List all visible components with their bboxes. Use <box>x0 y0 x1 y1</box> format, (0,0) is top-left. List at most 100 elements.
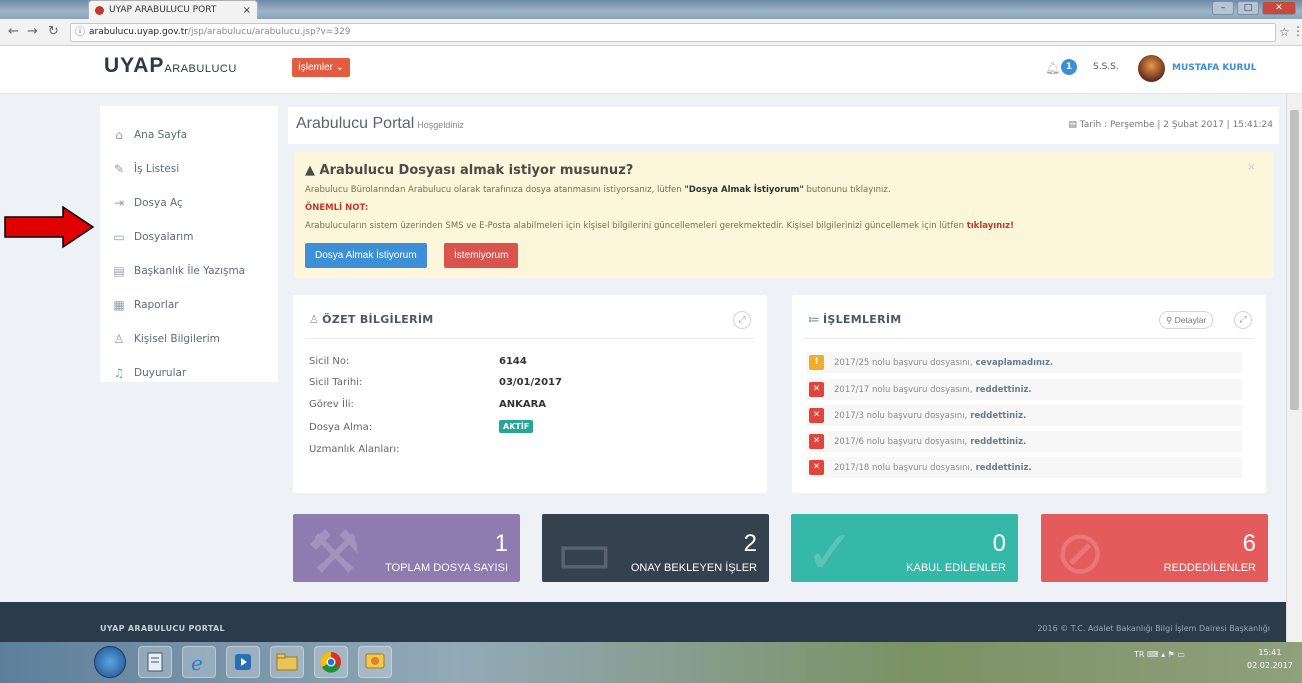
windows-taskbar: e TR ⌨ ▴ ⚑ ▭ 15:41 02.02.2017 <box>0 642 1302 683</box>
notepad-taskbar-icon[interactable] <box>138 646 172 678</box>
uyap-logo[interactable]: UYAPARABULUCU <box>104 54 237 78</box>
user-name[interactable]: MUSTAFA KURUL <box>1172 63 1256 73</box>
onemli-not: ÖNEMLİ NOT: <box>305 203 369 213</box>
divider <box>804 338 1254 339</box>
chevron-down-icon: ⌄ <box>335 62 345 73</box>
notification-count-badge[interactable]: 1 <box>1061 59 1077 75</box>
alert-title-text: Arabulucu Dosyası almak istiyor musunuz? <box>319 163 634 178</box>
forward-icon[interactable]: → <box>27 24 38 39</box>
language-indicator[interactable]: TR <box>1134 650 1144 659</box>
window-close-icon[interactable]: ✕ <box>1262 1 1296 15</box>
browser-menu-icon[interactable]: ⋮ <box>1292 24 1302 38</box>
alert-line-2: Arabulucuların sistem üzerinden SMS ve E… <box>305 221 1014 231</box>
uzmanlik-alanlari-label: Uzmanlık Alanları: <box>309 444 400 455</box>
expand-icon[interactable]: ⤢ <box>733 311 751 329</box>
sicil-no-value: 6144 <box>499 356 527 367</box>
check-icon: ✓ <box>805 518 856 582</box>
tile-label: ONAY BEKLEYEN İŞLER <box>630 562 757 574</box>
list-item[interactable]: ! 2017/25 nolu başvuru dosyasını, cevaplam… <box>806 352 1242 373</box>
window-controls: – □ ✕ <box>1212 1 1296 15</box>
file-explorer-taskbar-icon[interactable] <box>270 646 304 678</box>
error-x-icon: ✕ <box>809 382 824 397</box>
alert-close-icon[interactable]: × <box>1247 160 1256 173</box>
minimize-icon[interactable]: – <box>1212 1 1234 15</box>
toplam-dosya-tile[interactable]: ⚒ 1 TOPLAM DOSYA SAYISI <box>293 514 520 582</box>
start-button[interactable] <box>94 646 126 678</box>
gorev-ili-label: Görev İli: <box>309 399 354 410</box>
internet-explorer-taskbar-icon[interactable]: e <box>182 646 216 678</box>
sidebar-item-dosyalarim[interactable]: ▭ Dosyalarım <box>112 228 193 246</box>
messenger-taskbar-icon[interactable] <box>358 646 392 678</box>
flag-icon[interactable]: ⚑ <box>1168 650 1175 659</box>
page-title-text: Arabulucu Portal <box>296 115 415 132</box>
sidebar-item-duyurular[interactable]: ♫ Duyurular <box>112 364 187 382</box>
islemler-menu-button[interactable]: İşlemler ⌄ <box>292 58 351 77</box>
kabul-edilenler-tile[interactable]: ✓ 0 KABUL EDİLENLER <box>791 514 1018 582</box>
sidebar-item-raporlar[interactable]: ▦ Raporlar <box>112 296 179 314</box>
sidebar-item-label: Raporlar <box>134 299 179 311</box>
footer-title: UYAP ARABULUCU PORTAL <box>100 624 225 633</box>
sidebar-item-baskanlik-ile-yazisma[interactable]: ▤ Başkanlık İle Yazışma <box>112 262 245 280</box>
current-date: ▤ Tarih : Perşembe | 2 Şubat 2017 | 15:4… <box>1068 120 1273 130</box>
page-scrollbar[interactable] <box>1286 94 1302 642</box>
reddedilenler-tile[interactable]: ⊘ 6 REDDEDİLENLER <box>1041 514 1268 582</box>
maximize-icon[interactable]: □ <box>1237 1 1259 15</box>
clock-time: 15:41 <box>1258 648 1282 657</box>
list-item[interactable]: ✕ 2017/17 nolu başvuru dosyasını, reddetti… <box>806 379 1242 400</box>
red-arrow-annotation <box>4 205 95 249</box>
sidebar-item-label: Duyurular <box>134 367 187 379</box>
tile-value: 1 <box>494 530 508 557</box>
document-icon: ▤ <box>113 264 125 278</box>
tab-title: UYAP ARABULUCU PORT <box>109 5 217 15</box>
scrollbar-thumb[interactable] <box>1290 110 1299 410</box>
tab-close-icon[interactable]: × <box>243 5 251 16</box>
browser-tab[interactable]: UYAP ARABULUCU PORT × <box>88 0 258 19</box>
avatar[interactable] <box>1138 55 1165 82</box>
error-x-icon: ✕ <box>809 408 824 423</box>
sidebar-item-is-listesi[interactable]: ✎ İş Listesi <box>112 160 179 178</box>
url-input[interactable]: ⓘ arabulucu.uyap.gov.tr/jsp/arabulucu/ar… <box>70 23 1276 42</box>
media-taskbar-icon[interactable] <box>226 646 260 678</box>
chrome-taskbar-icon[interactable] <box>314 646 348 678</box>
monitor-icon: ▭ <box>556 518 613 582</box>
app-header: UYAPARABULUCU İşlemler ⌄ 🔔︎ 1 S.S.S. MUS… <box>0 46 1302 94</box>
sidebar-item-label: İş Listesi <box>134 163 180 175</box>
login-icon: ⇥ <box>113 196 125 210</box>
home-icon: ⌂ <box>115 128 123 142</box>
gavel-icon: ⚒ <box>307 518 361 582</box>
reload-icon[interactable]: ↻ <box>48 24 59 39</box>
list-item-status: reddettiniz. <box>975 462 1032 473</box>
istemiyorum-button[interactable]: İstemiyorum <box>444 243 519 268</box>
edit-icon: ✎ <box>113 162 125 176</box>
bookmark-star-icon[interactable]: ☆ <box>1279 25 1290 39</box>
sidebar-item-dosya-ac[interactable]: ⇥ Dosya Aç <box>112 194 183 212</box>
info-icon[interactable]: ⓘ <box>75 24 85 41</box>
notification-bell-icon[interactable]: 🔔︎ <box>1045 61 1060 75</box>
page-title: Arabulucu Portal Hoşgeldiniz <box>296 115 464 133</box>
keyboard-icon[interactable]: ⌨ <box>1147 650 1159 659</box>
dosya-almak-istiyorum-button[interactable]: Dosya Almak İstiyorum <box>305 243 427 268</box>
taskbar-clock[interactable]: 15:41 02.02.2017 <box>1247 646 1293 672</box>
onay-bekleyen-tile[interactable]: ▭ 2 ONAY BEKLEYEN İŞLER <box>542 514 769 582</box>
list-item[interactable]: ✕ 2017/18 nolu başvuru dosyasını, reddetti… <box>806 457 1242 478</box>
users-icon: ♙ <box>113 332 125 346</box>
faq-link[interactable]: S.S.S. <box>1093 62 1119 72</box>
system-tray: TR ⌨ ▴ ⚑ ▭ <box>1134 650 1185 659</box>
tiklayiniz-link[interactable]: tıklayınız! <box>967 221 1014 231</box>
detaylar-button[interactable]: ⚲ Detaylar <box>1159 311 1214 329</box>
expand-icon[interactable]: ⤢ <box>1234 311 1252 329</box>
list-item[interactable]: ✕ 2017/3 nolu başvuru dosyasını, reddettin… <box>806 405 1242 426</box>
network-icon[interactable]: ▭ <box>1177 650 1185 659</box>
sidebar-item-kisisel-bilgilerim[interactable]: ♙ Kişisel Bilgilerim <box>112 330 220 348</box>
list-item[interactable]: ✕ 2017/6 nolu başvuru dosyasını, reddettin… <box>806 431 1242 452</box>
sidebar-item-ana-sayfa[interactable]: ⌂ Ana Sayfa <box>112 126 187 144</box>
alert-title: ▲ Arabulucu Dosyası almak istiyor musunu… <box>305 163 633 178</box>
back-icon[interactable]: ← <box>8 24 19 39</box>
tile-value: 2 <box>743 530 757 557</box>
panel-title-text: ÖZET BİLGİLERİM <box>322 313 434 326</box>
panel-title: ♙ ÖZET BİLGİLERİM <box>309 313 434 326</box>
address-bar: ← → ↻ ⓘ arabulucu.uyap.gov.tr/jsp/arabul… <box>0 19 1302 46</box>
sidebar-item-label: Başkanlık İle Yazışma <box>134 265 246 277</box>
tray-arrow-icon[interactable]: ▴ <box>1161 650 1165 659</box>
url-path: /jsp/arabulucu/arabulucu.jsp?v=329 <box>187 27 351 37</box>
